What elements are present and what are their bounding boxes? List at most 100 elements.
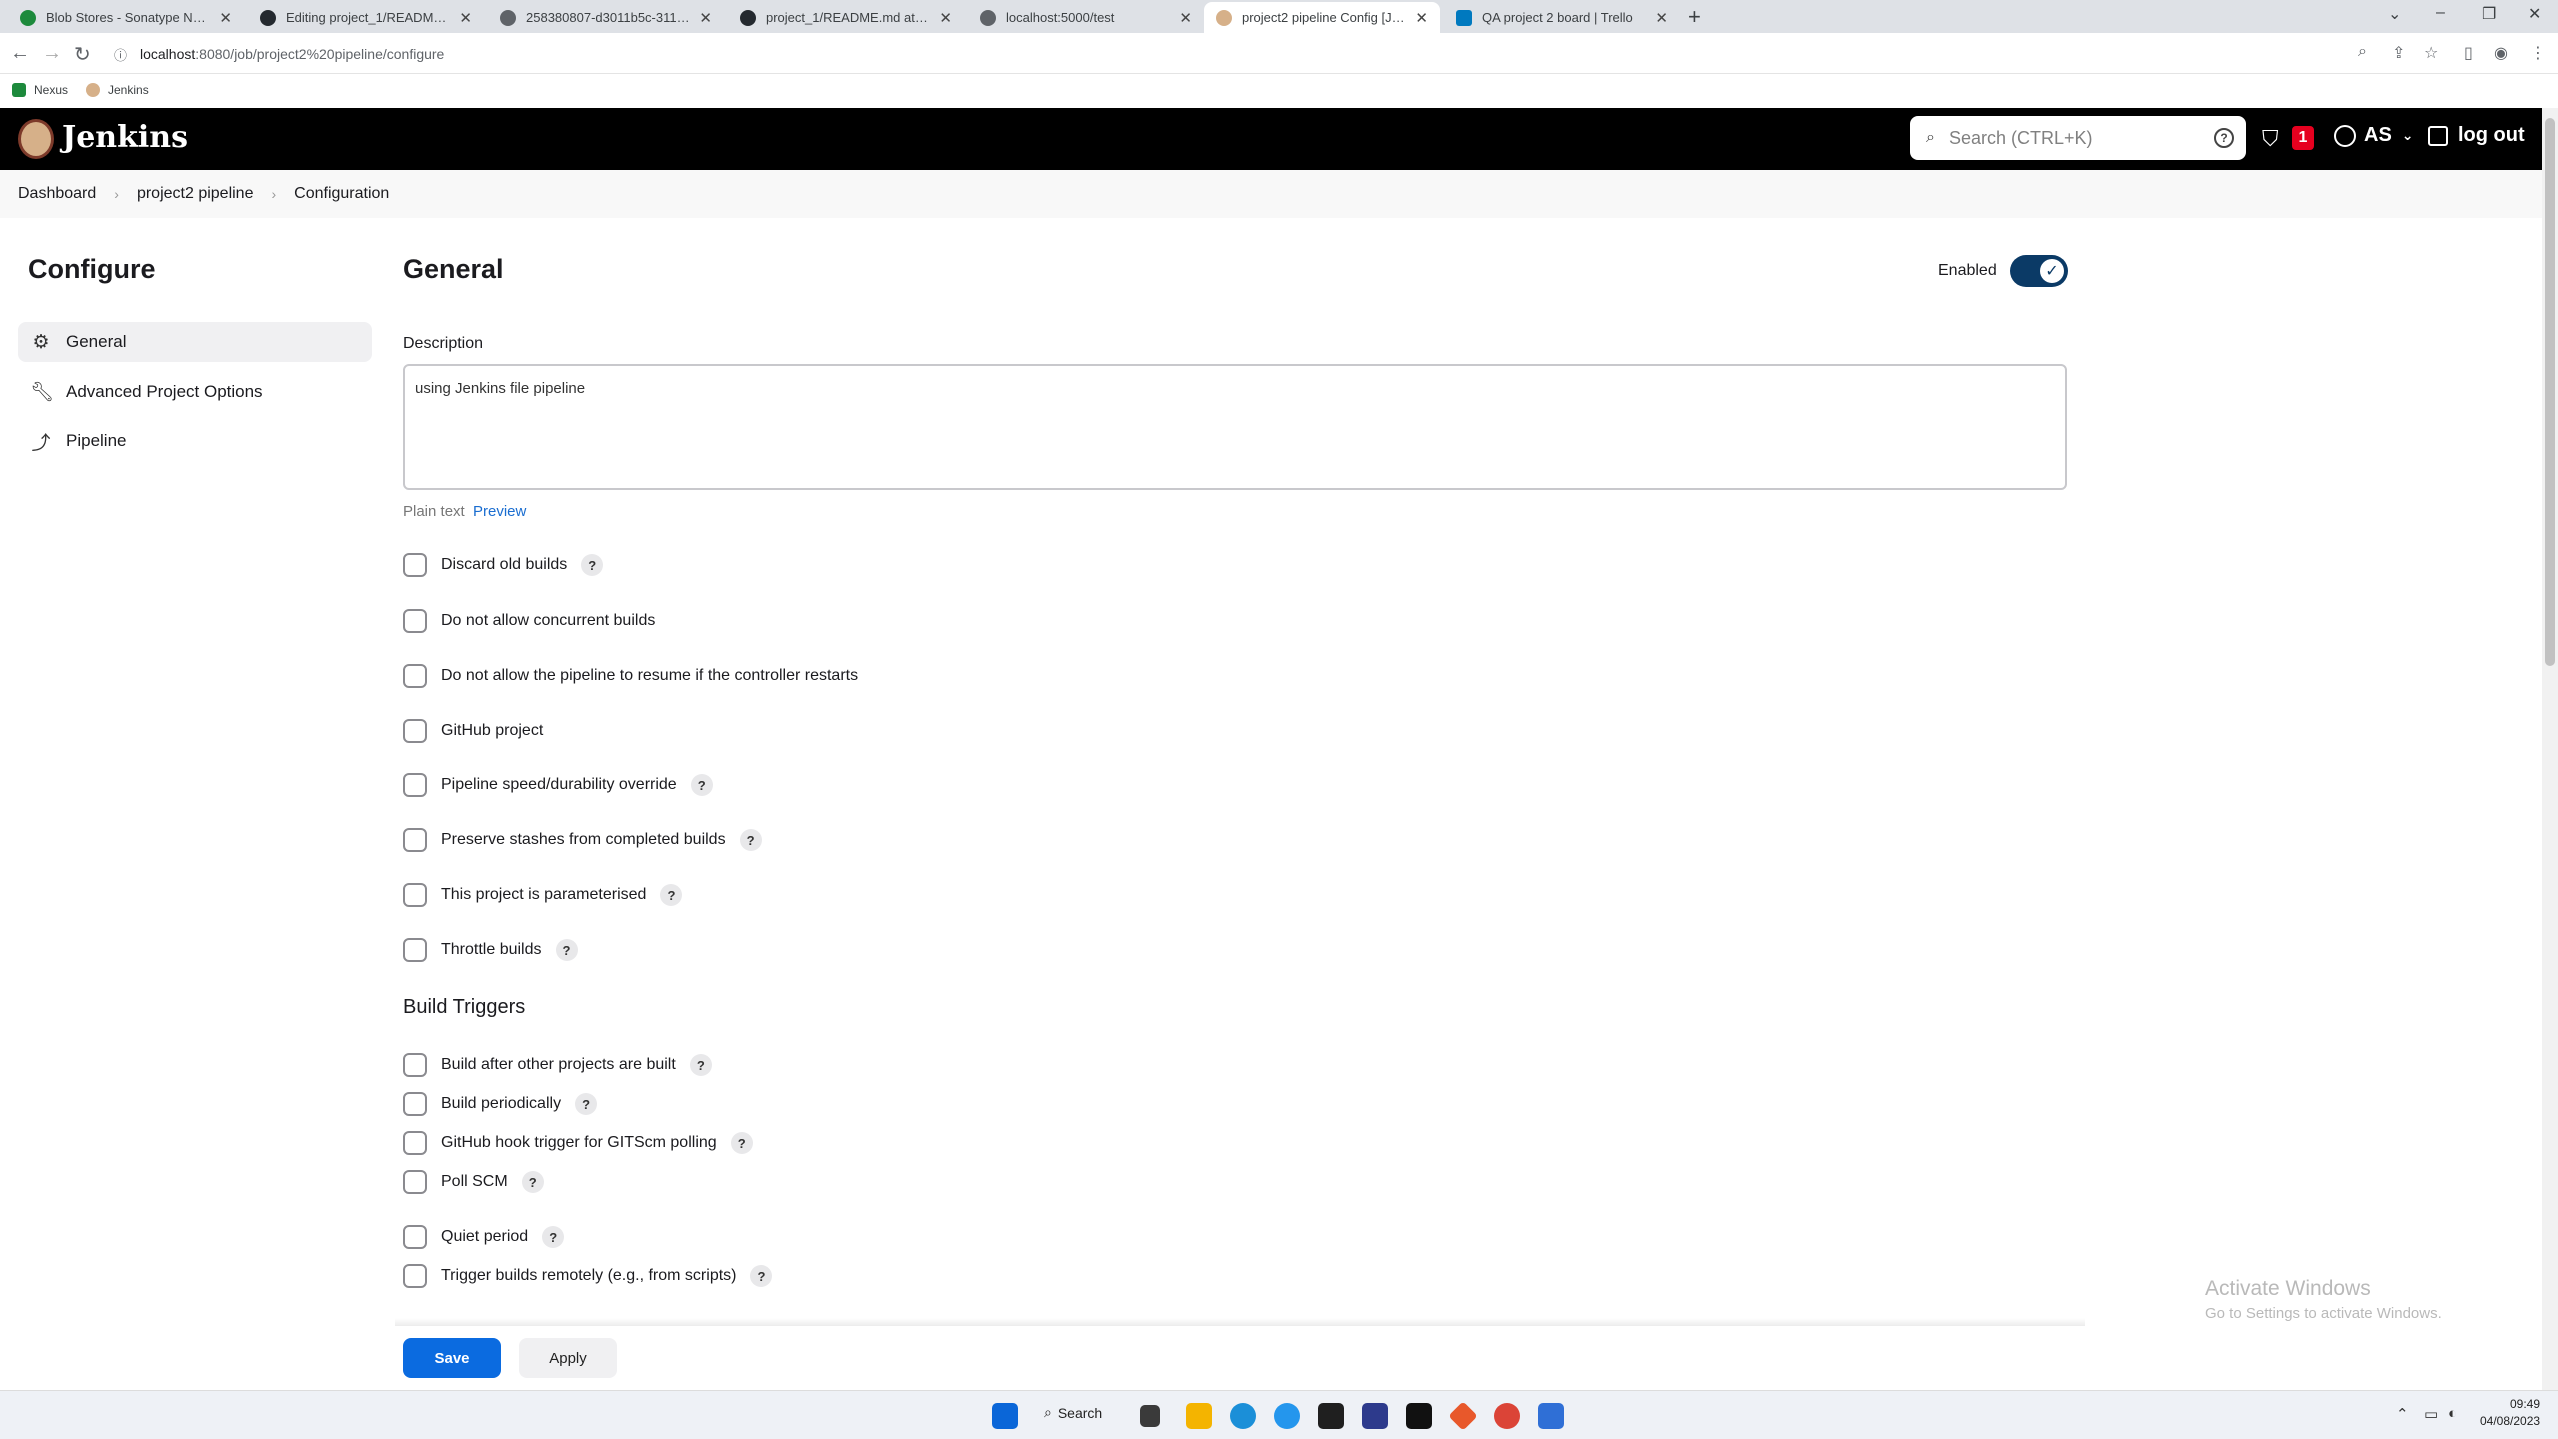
checkbox[interactable] [403, 828, 427, 852]
network-icon[interactable]: ▭ [2424, 1405, 2438, 1423]
jenkins-header: Jenkins ⌕ Search (CTRL+K) ? ⛉ 1 AS ⌄ log… [0, 108, 2542, 170]
browser-tab[interactable]: 258380807-d3011b5c-3112-4b5 ✕ [488, 2, 724, 33]
chevron-right-icon[interactable]: › [114, 186, 119, 202]
apply-button[interactable]: Apply [519, 1338, 617, 1378]
file-explorer-icon[interactable] [1186, 1403, 1212, 1429]
checkbox[interactable] [403, 1170, 427, 1194]
browser-tab[interactable]: Blob Stores - Sonatype Nexus Re ✕ [8, 2, 244, 33]
description-textarea[interactable]: using Jenkins file pipeline [403, 364, 2067, 490]
save-button[interactable]: Save [403, 1338, 501, 1378]
chevron-up-icon[interactable]: ⌃ [2396, 1405, 2409, 1423]
close-icon[interactable]: ✕ [1179, 9, 1192, 27]
sidebar-item-general[interactable]: ⚙ General [18, 322, 372, 362]
sidepanel-icon[interactable]: ▯ [2464, 43, 2473, 63]
restore-button[interactable]: ❐ [2482, 4, 2496, 24]
volume-icon[interactable]: ◐ [2448, 1405, 2457, 1422]
browser-tab-active[interactable]: project2 pipeline Config [Jenkins] ✕ [1204, 2, 1440, 33]
terminal-icon[interactable] [1406, 1403, 1432, 1429]
close-icon[interactable]: ✕ [1415, 9, 1428, 27]
security-badge[interactable]: 1 [2292, 126, 2314, 150]
task-view-icon[interactable] [1140, 1405, 1160, 1427]
browser-tab[interactable]: QA project 2 board | Trello ✕ [1444, 2, 1680, 33]
back-arrow-icon[interactable]: ← [10, 42, 30, 65]
bookmark-jenkins[interactable]: Jenkins [86, 83, 149, 97]
chrome-icon[interactable] [1494, 1403, 1520, 1429]
pycharm-icon[interactable] [1318, 1403, 1344, 1429]
bookmark-nexus[interactable]: Nexus [12, 83, 68, 97]
checkbox[interactable] [403, 609, 427, 633]
shield-icon[interactable]: ⛉ [2262, 126, 2279, 152]
checkbox[interactable] [403, 938, 427, 962]
tab-search-icon[interactable]: ⌄ [2388, 4, 2401, 24]
browser-tab[interactable]: Editing project_1/README.md at ✕ [248, 2, 484, 33]
jenkins-logo-icon[interactable] [18, 119, 54, 159]
close-icon[interactable]: ✕ [939, 9, 952, 27]
help-icon[interactable]: ? [730, 1132, 753, 1154]
menu-kebab-icon[interactable]: ⋮ [2530, 43, 2546, 63]
help-icon[interactable]: ? [542, 1226, 565, 1248]
help-icon[interactable]: ? [689, 1054, 712, 1076]
chevron-right-icon[interactable]: › [271, 186, 276, 202]
snipping-tool-icon[interactable] [1538, 1403, 1564, 1429]
docker-icon[interactable] [1274, 1403, 1300, 1429]
checkbox[interactable] [403, 1264, 427, 1288]
app-title[interactable]: Jenkins [62, 120, 188, 155]
minimize-button[interactable]: – [2436, 4, 2445, 22]
bookmark-star-icon[interactable]: ☆ [2424, 43, 2438, 63]
scrollbar-thumb[interactable] [2545, 118, 2555, 666]
new-tab-button[interactable]: + [1688, 4, 1701, 30]
close-icon[interactable]: ✕ [459, 9, 472, 27]
help-icon[interactable]: ? [660, 884, 683, 906]
github-icon [740, 9, 756, 26]
checkbox[interactable] [403, 664, 427, 688]
taskbar-search[interactable]: ⌕ Search [1044, 1404, 1102, 1421]
search-box[interactable]: ⌕ Search (CTRL+K) ? [1910, 116, 2246, 160]
checkbox[interactable] [403, 1053, 427, 1077]
close-icon[interactable]: ✕ [699, 9, 712, 27]
reload-icon[interactable]: ↻ [74, 42, 91, 67]
checkbox[interactable] [403, 1225, 427, 1249]
visual-studio-icon[interactable] [1362, 1403, 1388, 1429]
breadcrumb-dashboard[interactable]: Dashboard [18, 185, 96, 203]
checkbox[interactable] [403, 1092, 427, 1116]
checkbox[interactable] [403, 773, 427, 797]
browser-tab[interactable]: project_1/README.md at main · ✕ [728, 2, 964, 33]
help-icon[interactable]: ? [739, 829, 762, 851]
system-clock[interactable]: 09:49 04/08/2023 [2480, 1396, 2540, 1430]
forward-arrow-icon[interactable]: → [42, 42, 62, 65]
close-icon[interactable]: ✕ [219, 9, 232, 27]
windows-start-icon[interactable] [992, 1403, 1018, 1429]
sidebar-item-pipeline[interactable]: ⤴ Pipeline [18, 421, 372, 461]
zoom-icon[interactable]: ⌕ [2358, 43, 2367, 61]
profile-icon[interactable]: ◉ [2494, 43, 2508, 63]
close-window-button[interactable]: ✕ [2528, 4, 2541, 24]
preview-link[interactable]: Preview [473, 503, 526, 520]
checkbox[interactable] [403, 883, 427, 907]
help-icon[interactable]: ? [750, 1265, 773, 1287]
breadcrumb-configuration[interactable]: Configuration [294, 185, 389, 203]
help-icon[interactable]: ? [581, 554, 604, 576]
enabled-toggle[interactable]: ✓ [2010, 255, 2068, 287]
checkbox[interactable] [403, 1131, 427, 1155]
help-icon[interactable]: ? [2214, 128, 2234, 148]
help-icon[interactable]: ? [521, 1171, 544, 1193]
sidebar-item-advanced-project-options[interactable]: 🔧︎ Advanced Project Options [18, 372, 372, 412]
breadcrumb-project[interactable]: project2 pipeline [137, 185, 254, 203]
help-icon[interactable]: ? [555, 939, 578, 961]
browser-tab[interactable]: localhost:5000/test ✕ [968, 2, 1204, 33]
share-icon[interactable]: ⇪ [2392, 43, 2405, 63]
search-input[interactable]: Search (CTRL+K) [1949, 128, 2214, 149]
edge-icon[interactable] [1230, 1403, 1256, 1429]
logout-link[interactable]: log out [2428, 124, 2525, 147]
option-label: This project is parameterised [441, 886, 647, 903]
url-field[interactable]: localhost:8080/job/project2%20pipeline/c… [140, 46, 444, 62]
vertical-scrollbar[interactable] [2542, 108, 2558, 1390]
user-menu[interactable]: AS ⌄ [2334, 124, 2414, 147]
checkbox[interactable] [403, 719, 427, 743]
info-icon[interactable]: ⓘ [114, 45, 127, 64]
checkbox[interactable] [403, 553, 427, 577]
git-icon[interactable] [1448, 1401, 1478, 1431]
help-icon[interactable]: ? [575, 1093, 598, 1115]
help-icon[interactable]: ? [690, 774, 713, 796]
close-icon[interactable]: ✕ [1655, 9, 1668, 27]
